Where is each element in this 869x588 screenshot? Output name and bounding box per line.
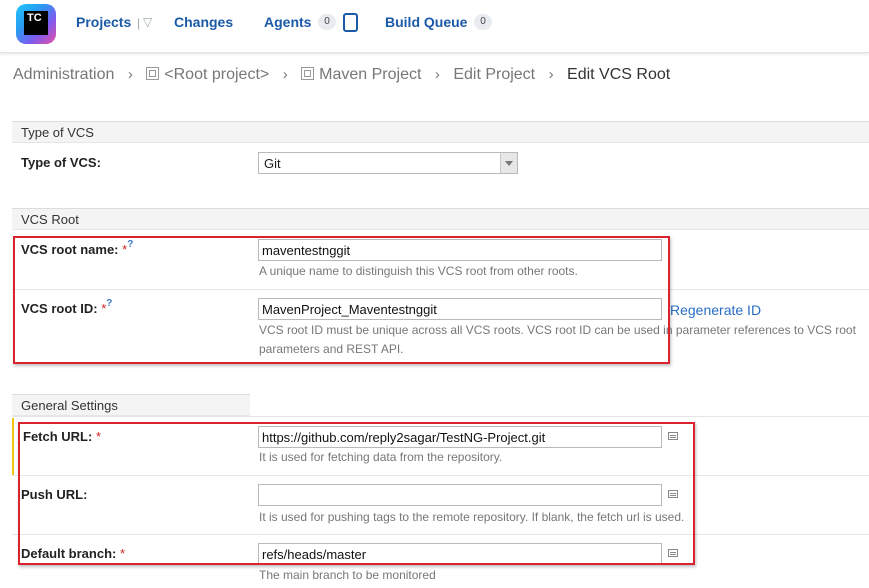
nav-divider: | — [137, 16, 141, 30]
row-divider — [12, 416, 869, 417]
top-navigation-bar: TC Projects | ▽ Changes Agents 0 Build Q… — [0, 0, 869, 53]
agents-status-icon[interactable] — [343, 13, 358, 32]
agents-count-badge: 0 — [318, 14, 336, 30]
section-header-type-of-vcs: Type of VCS — [12, 121, 869, 143]
nav-agents[interactable]: Agents — [264, 14, 311, 30]
section-header-vcs-root: VCS Root — [12, 208, 869, 230]
build-queue-count-badge: 0 — [474, 14, 492, 30]
project-icon — [301, 67, 315, 80]
breadcrumb-edit-project[interactable]: Edit Project — [453, 66, 535, 84]
default-branch-note: The main branch to be monitored — [259, 568, 436, 582]
breadcrumb-administration[interactable]: Administration — [13, 66, 114, 84]
regenerate-id-link[interactable]: Regenerate ID — [670, 302, 761, 318]
nav-changes[interactable]: Changes — [174, 14, 233, 30]
chevron-right-icon: › — [548, 66, 554, 83]
breadcrumb-current-page: Edit VCS Root — [567, 66, 671, 83]
breadcrumb: Administration › <Root project> › Maven … — [13, 66, 670, 84]
highlight-box-general-settings — [18, 422, 695, 565]
breadcrumb-maven-project[interactable]: Maven Project — [319, 66, 421, 84]
nav-projects[interactable]: Projects — [76, 14, 131, 30]
vcs-type-selected-value: Git — [264, 156, 281, 171]
chevron-right-icon: › — [434, 66, 440, 83]
nav-build-queue[interactable]: Build Queue — [385, 14, 467, 30]
vcs-type-select[interactable]: Git — [258, 152, 518, 174]
project-icon — [146, 67, 160, 80]
chevron-down-icon — [500, 153, 517, 173]
logo-text: TC — [24, 11, 48, 35]
section-header-general-settings: General Settings — [12, 394, 250, 416]
chevron-right-icon: › — [282, 66, 288, 83]
highlight-box-vcs-root — [13, 236, 670, 364]
projects-dropdown-icon[interactable]: ▽ — [143, 15, 152, 29]
active-row-indicator — [12, 418, 14, 475]
breadcrumb-root-project[interactable]: <Root project> — [164, 66, 269, 84]
type-of-vcs-label: Type of VCS: — [21, 155, 101, 170]
teamcity-logo[interactable]: TC — [16, 4, 56, 44]
chevron-right-icon: › — [127, 66, 133, 83]
